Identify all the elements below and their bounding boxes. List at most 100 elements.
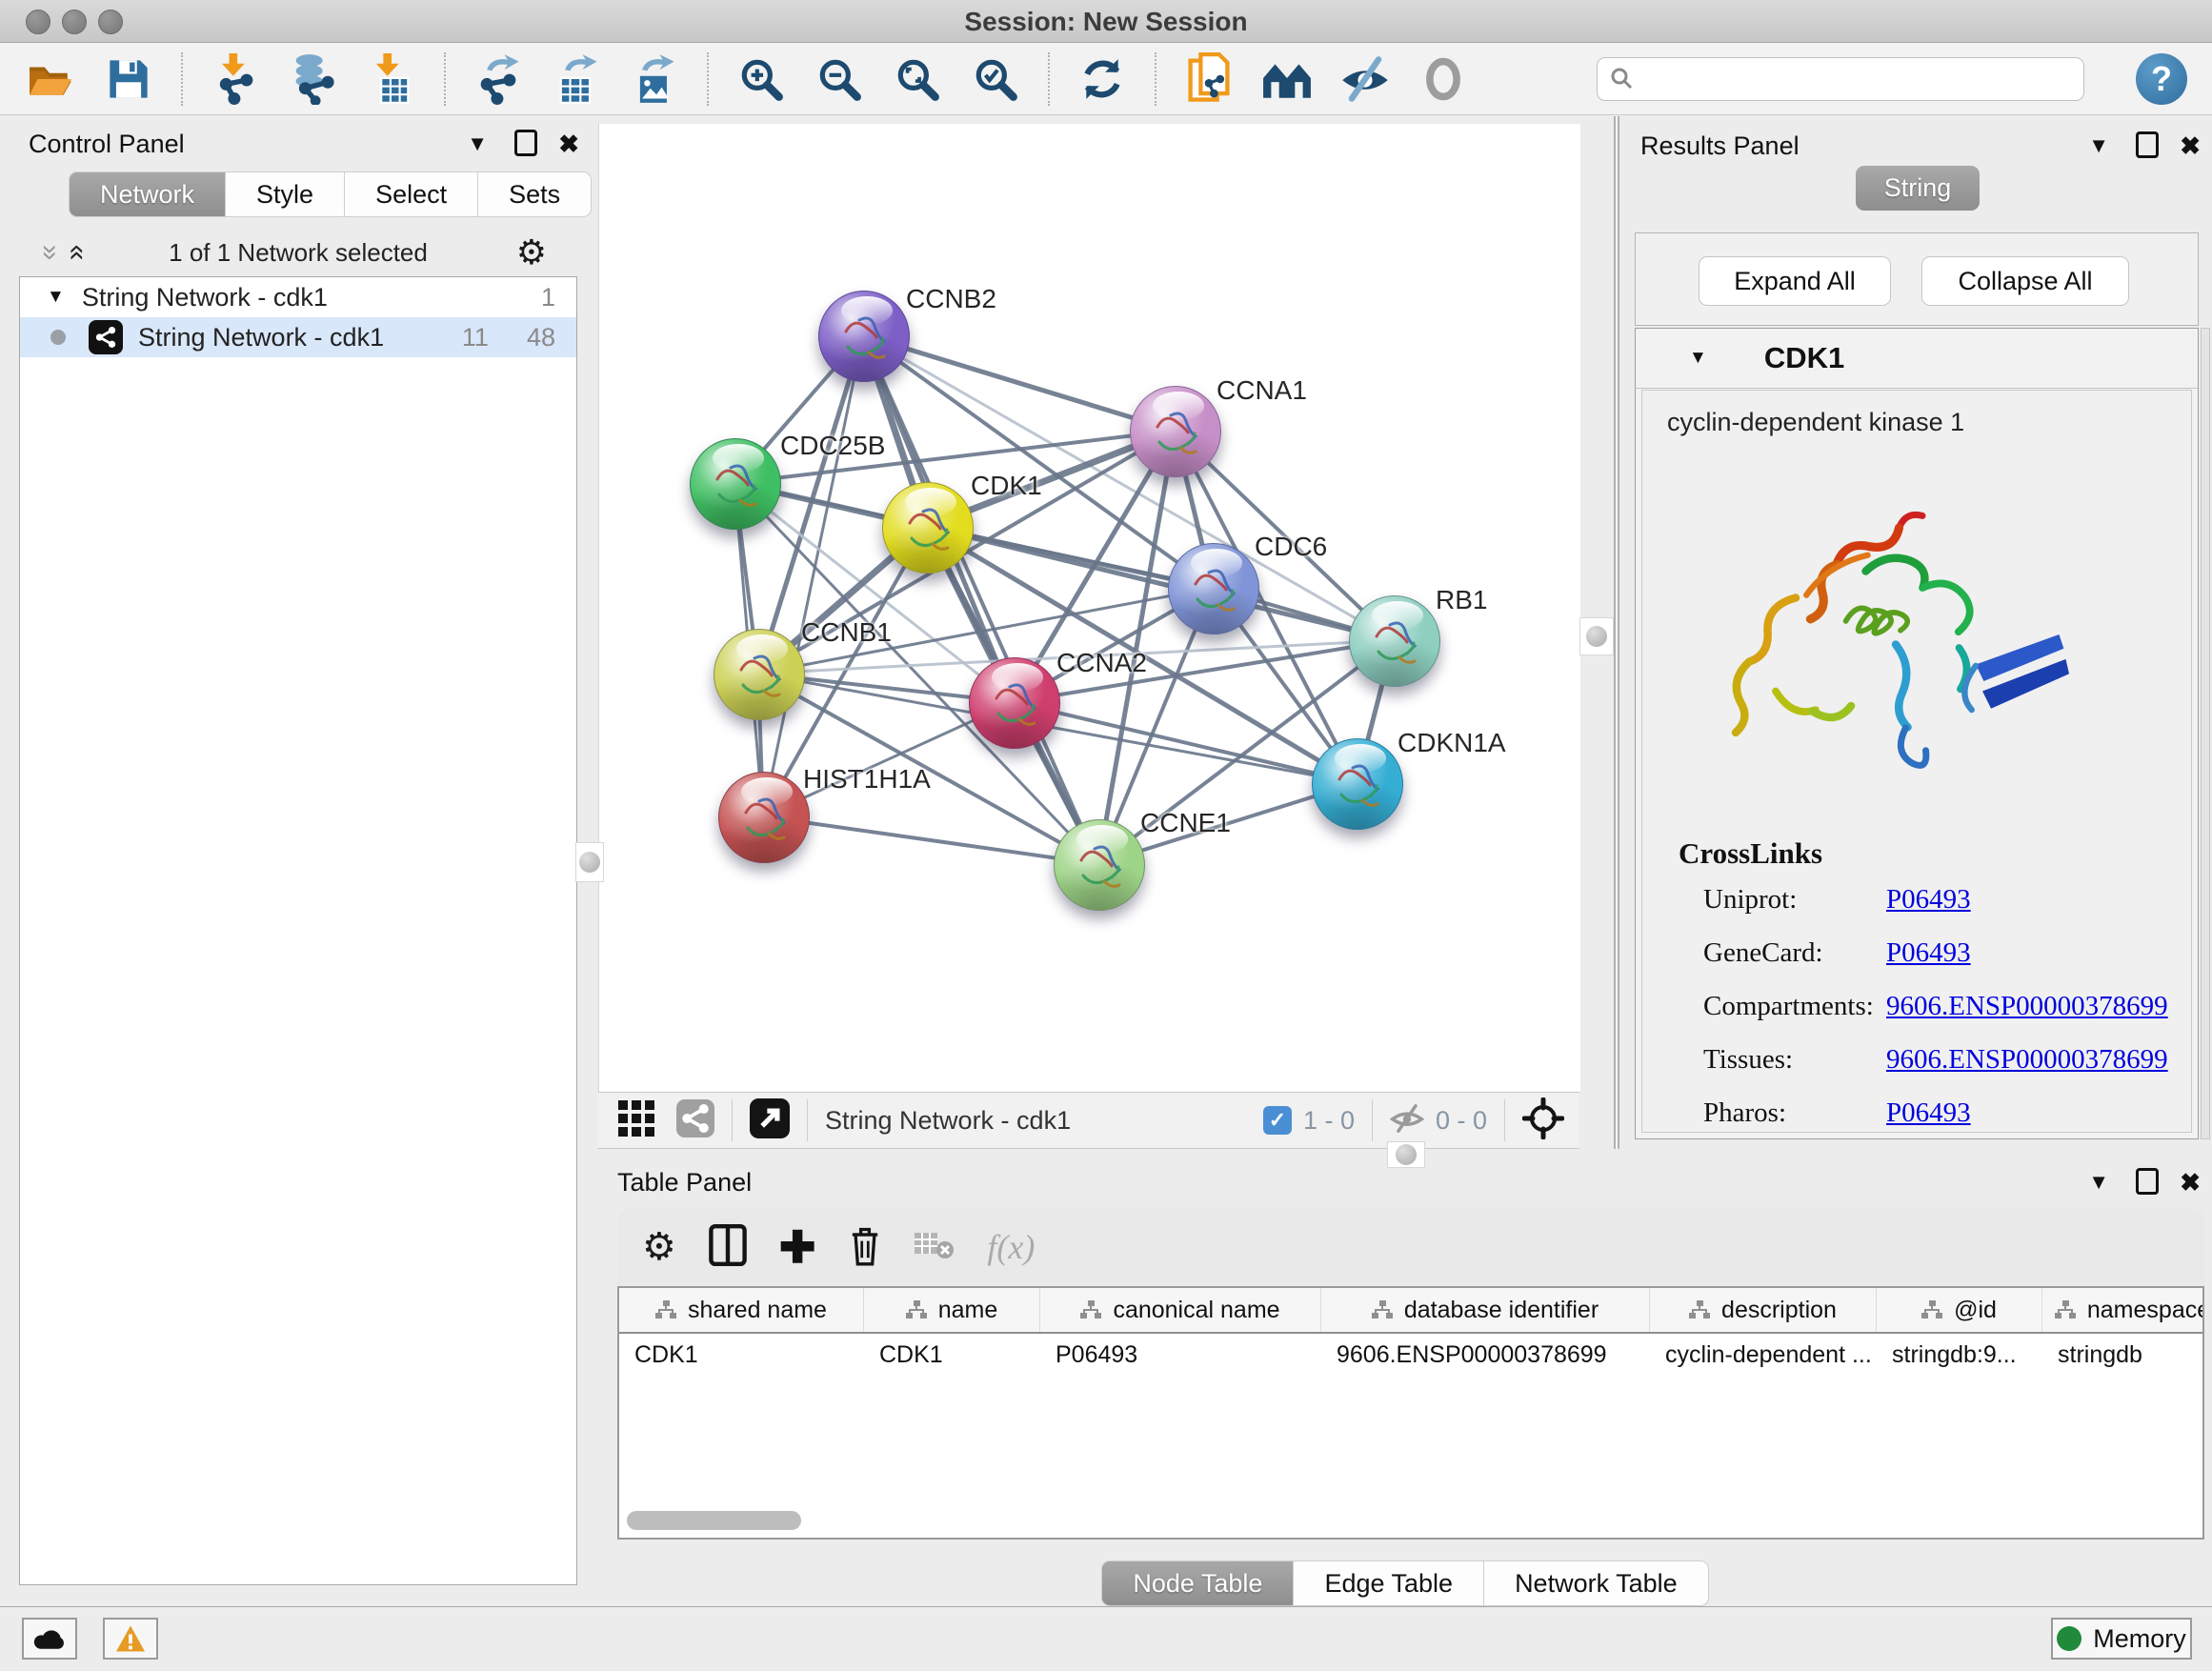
collapse-panel-icon[interactable]: ▼ xyxy=(2088,1170,2109,1195)
export-image-icon[interactable] xyxy=(629,52,680,106)
zoom-in-icon[interactable] xyxy=(735,52,787,106)
tab-node-table[interactable]: Node Table xyxy=(1101,1560,1294,1606)
float-panel-icon[interactable] xyxy=(2136,1168,2159,1199)
column-header-database-identifier[interactable]: database identifier xyxy=(1321,1288,1650,1332)
warnings-button[interactable] xyxy=(103,1618,158,1660)
network-options-gear-icon[interactable]: ⚙ xyxy=(516,235,547,270)
tab-network-table[interactable]: Network Table xyxy=(1484,1560,1709,1606)
column-header-canonical-name[interactable]: canonical name xyxy=(1040,1288,1321,1332)
tab-sets[interactable]: Sets xyxy=(478,171,592,217)
collection-caret-icon[interactable]: ▼ xyxy=(47,287,65,308)
network-canvas[interactable]: CCNB2CCNA1CDC25BCDK1CDC6RB1CCNB1CCNA2CDK… xyxy=(598,124,1580,1092)
crosslink-link[interactable]: P06493 xyxy=(1886,884,1971,916)
network-node-cdc6[interactable] xyxy=(1168,543,1259,634)
table-cell[interactable]: stringdb:9... xyxy=(1877,1334,2042,1376)
collapse-panel-icon[interactable]: ▼ xyxy=(467,131,488,156)
column-header-description[interactable]: description xyxy=(1650,1288,1877,1332)
network-node-hist1h1a[interactable] xyxy=(718,772,810,863)
zoom-selected-icon[interactable] xyxy=(970,52,1021,106)
network-node-cdk1[interactable] xyxy=(882,482,974,574)
import-network-database-icon[interactable] xyxy=(288,52,339,106)
column-header-shared-name[interactable]: shared name xyxy=(619,1288,864,1332)
crosslink-link[interactable]: P06493 xyxy=(1886,1097,1971,1129)
crosslink-link[interactable]: P06493 xyxy=(1886,937,1971,969)
collapse-panel-icon[interactable]: ▼ xyxy=(2088,133,2109,158)
table-row[interactable]: CDK1CDK1P064939606.ENSP00000378699cyclin… xyxy=(619,1334,2202,1376)
table-cell[interactable]: CDK1 xyxy=(864,1334,1040,1376)
collapse-all-button[interactable]: Collapse All xyxy=(1921,256,2129,306)
table-cell[interactable]: CDK1 xyxy=(619,1334,864,1376)
network-node-rb1[interactable] xyxy=(1349,595,1440,687)
zoom-fit-content-icon[interactable] xyxy=(892,52,943,106)
show-columns-icon[interactable] xyxy=(709,1224,747,1271)
tab-select[interactable]: Select xyxy=(345,171,478,217)
network-row[interactable]: String Network - cdk1 11 48 xyxy=(20,317,576,357)
open-session-icon[interactable] xyxy=(25,52,76,106)
network-edge[interactable] xyxy=(763,335,863,816)
help-icon[interactable]: ? xyxy=(2136,53,2187,105)
table-cell[interactable]: 9606.ENSP00000378699 xyxy=(1321,1334,1650,1376)
delete-column-icon[interactable] xyxy=(848,1224,882,1271)
tab-style[interactable]: Style xyxy=(226,171,345,217)
right-splitter-handle[interactable] xyxy=(1579,617,1614,655)
network-edge[interactable] xyxy=(863,335,1175,431)
fit-selected-crosshair-icon[interactable] xyxy=(1522,1097,1564,1144)
zoom-out-icon[interactable] xyxy=(814,52,865,106)
close-panel-icon[interactable]: ✖ xyxy=(2180,1168,2201,1198)
refresh-network-icon[interactable] xyxy=(1076,52,1128,106)
table-cell[interactable]: P06493 xyxy=(1040,1334,1321,1376)
tab-string[interactable]: String xyxy=(1856,166,1981,211)
network-node-cdkn1a[interactable] xyxy=(1312,738,1403,830)
network-node-ccne1[interactable] xyxy=(1054,819,1145,911)
save-session-icon[interactable] xyxy=(103,52,154,106)
import-table-file-icon[interactable] xyxy=(366,52,417,106)
network-node-ccna1[interactable] xyxy=(1130,386,1221,477)
string-network-badge-icon[interactable] xyxy=(676,1099,714,1142)
export-table-icon[interactable] xyxy=(551,52,602,106)
table-horizontal-scrollbar[interactable] xyxy=(627,1511,801,1530)
tab-edge-table[interactable]: Edge Table xyxy=(1294,1560,1484,1606)
delete-table-icon[interactable] xyxy=(915,1229,955,1266)
memory-button[interactable]: Memory xyxy=(2051,1618,2192,1660)
network-node-cdc25b[interactable] xyxy=(690,438,781,530)
left-splitter-handle[interactable] xyxy=(575,842,604,882)
show-all-icon[interactable] xyxy=(1418,52,1469,106)
table-cell[interactable]: stringdb xyxy=(2042,1334,2204,1376)
graphics-details-icon[interactable] xyxy=(1261,52,1313,106)
app-window: Session: New Session xyxy=(0,0,2212,1671)
results-panel-splitter[interactable] xyxy=(1614,116,1619,1149)
cloud-status-button[interactable] xyxy=(22,1618,77,1660)
function-builder-icon[interactable]: f(x) xyxy=(987,1227,1035,1267)
import-network-file-icon[interactable] xyxy=(210,52,261,106)
column-header-namespace[interactable]: namespace xyxy=(2042,1288,2204,1332)
close-panel-icon[interactable]: ✖ xyxy=(558,130,579,159)
selected-checkbox-icon[interactable]: ✓ xyxy=(1263,1106,1292,1135)
gene-entry-header[interactable]: ▼ CDK1 xyxy=(1636,329,2198,389)
search-input[interactable] xyxy=(1636,64,2072,93)
column-header-id[interactable]: @id xyxy=(1877,1288,2042,1332)
table-options-gear-icon[interactable]: ⚙ xyxy=(642,1230,676,1264)
hide-selected-icon[interactable] xyxy=(1339,52,1391,106)
network-edge[interactable] xyxy=(763,816,1098,864)
open-in-window-icon[interactable] xyxy=(750,1098,790,1143)
results-scrollbar[interactable] xyxy=(2201,328,2210,1139)
tab-network[interactable]: Network xyxy=(69,171,226,217)
hidden-eye-slash-icon[interactable] xyxy=(1390,1103,1424,1138)
crosslink-link[interactable]: 9606.ENSP00000378699 xyxy=(1886,991,2168,1022)
network-node-ccna2[interactable] xyxy=(969,657,1060,749)
export-network-icon[interactable] xyxy=(473,52,524,106)
network-node-ccnb1[interactable] xyxy=(714,629,805,720)
expand-all-button[interactable]: Expand All xyxy=(1699,256,1891,306)
close-panel-icon[interactable]: ✖ xyxy=(2180,131,2201,161)
float-panel-icon[interactable] xyxy=(2136,131,2159,163)
crosslink-link[interactable]: 9606.ENSP00000378699 xyxy=(1886,1044,2168,1076)
network-node-ccnb2[interactable] xyxy=(818,291,910,382)
float-panel-icon[interactable] xyxy=(514,130,537,161)
network-collection-row[interactable]: ▼ String Network - cdk1 1 xyxy=(20,277,576,317)
first-neighbors-icon[interactable] xyxy=(1183,52,1235,106)
table-cell[interactable]: cyclin-dependent ... xyxy=(1650,1334,1877,1376)
gene-caret-icon[interactable]: ▼ xyxy=(1689,348,1707,369)
birds-eye-view-icon[interactable] xyxy=(617,1099,655,1142)
create-column-icon[interactable]: ✚ xyxy=(779,1228,816,1266)
column-header-name[interactable]: name xyxy=(864,1288,1040,1332)
